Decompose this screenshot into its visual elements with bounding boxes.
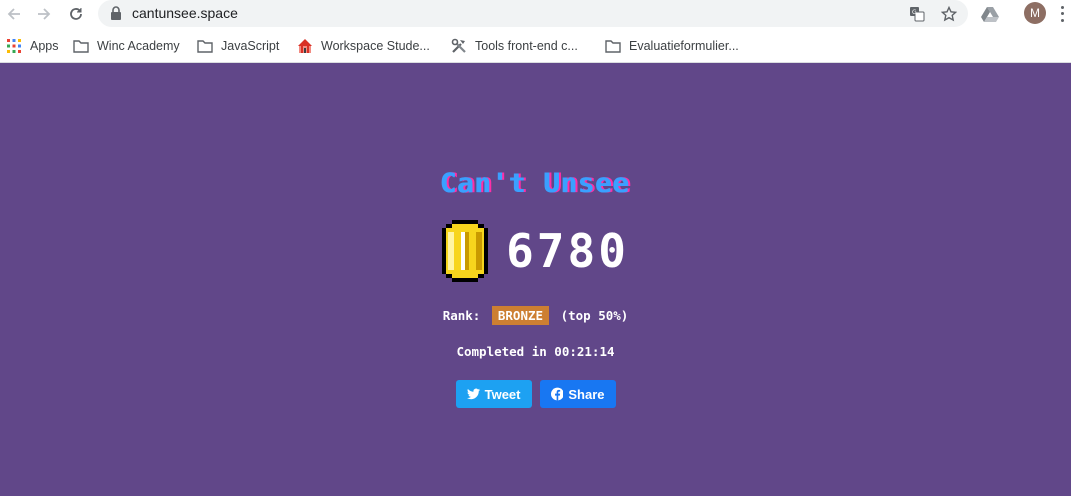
bookmark-evaluatieformulier[interactable]: Evaluatieformulier... xyxy=(605,37,739,55)
apps-grid-icon xyxy=(6,38,22,54)
share-buttons: Tweet Share xyxy=(0,380,1071,408)
bookmark-tools-front-end[interactable]: Tools front-end c... xyxy=(451,37,578,55)
game-title: Can't Unsee xyxy=(440,168,631,199)
translate-icon: G xyxy=(910,7,925,22)
game-result-page: Can't Unsee 6780 Rank: BRONZE (top 50%) … xyxy=(0,64,1071,496)
bookmark-javascript[interactable]: JavaScript xyxy=(197,37,279,55)
arrow-left-icon xyxy=(7,8,20,20)
facebook-icon xyxy=(550,387,564,401)
rank-row: Rank: BRONZE (top 50%) xyxy=(0,306,1071,325)
translate-button[interactable]: G xyxy=(906,3,928,25)
back-button[interactable] xyxy=(2,2,26,26)
avatar[interactable]: M xyxy=(1024,2,1046,24)
lock-icon xyxy=(111,6,121,20)
score-row: 6780 xyxy=(0,220,1071,282)
bookmark-apps[interactable]: Apps xyxy=(6,37,59,55)
drive-extension-button[interactable] xyxy=(979,3,1001,25)
menu-dot xyxy=(1060,12,1064,16)
browser-toolbar: cantunsee.space G M xyxy=(0,0,1071,28)
bookmark-label: Evaluatieformulier... xyxy=(629,39,739,53)
address-bar[interactable]: cantunsee.space G xyxy=(98,0,968,27)
bookmark-star-button[interactable] xyxy=(938,3,960,25)
google-drive-icon xyxy=(981,7,999,22)
rank-percentile: (top 50%) xyxy=(560,308,629,323)
bookmark-label: Tools front-end c... xyxy=(475,39,578,53)
bookmark-label: Apps xyxy=(30,39,59,53)
rank-label: Rank: xyxy=(442,308,481,323)
browser-menu-button[interactable] xyxy=(1058,4,1066,24)
arrow-right-icon xyxy=(38,8,51,20)
svg-text:G: G xyxy=(912,9,917,16)
bookmark-label: Workspace Stude... xyxy=(321,39,430,53)
menu-dot xyxy=(1060,19,1064,23)
score-value: 6780 xyxy=(506,224,629,278)
folder-icon xyxy=(605,38,621,54)
url-text: cantunsee.space xyxy=(132,5,238,21)
tweet-button[interactable]: Tweet xyxy=(455,380,532,408)
star-icon xyxy=(941,6,957,22)
reload-icon xyxy=(70,8,82,20)
folder-icon xyxy=(197,38,213,54)
tweet-label: Tweet xyxy=(484,386,521,402)
bookmark-label: Winc Academy xyxy=(97,39,180,53)
facebook-share-button[interactable]: Share xyxy=(539,380,616,408)
gold-coin-icon xyxy=(442,220,489,282)
share-label: Share xyxy=(568,386,605,402)
forward-button[interactable] xyxy=(32,2,56,26)
folder-icon xyxy=(73,38,89,54)
twitter-bird-icon xyxy=(466,388,480,400)
bookmarks-bar: Apps Winc Academy JavaScript Workspace S… xyxy=(0,28,1071,63)
reload-button[interactable] xyxy=(64,2,88,26)
bookmark-winc-academy[interactable]: Winc Academy xyxy=(73,37,180,55)
bookmark-workspace-students[interactable]: Workspace Stude... xyxy=(297,37,430,55)
menu-dot xyxy=(1060,5,1064,9)
circus-tent-icon xyxy=(297,38,313,54)
completion-time: Completed in 00:21:14 xyxy=(456,344,615,359)
bookmark-label: JavaScript xyxy=(221,39,280,53)
rank-badge: BRONZE xyxy=(491,306,550,325)
tools-icon xyxy=(451,38,467,54)
